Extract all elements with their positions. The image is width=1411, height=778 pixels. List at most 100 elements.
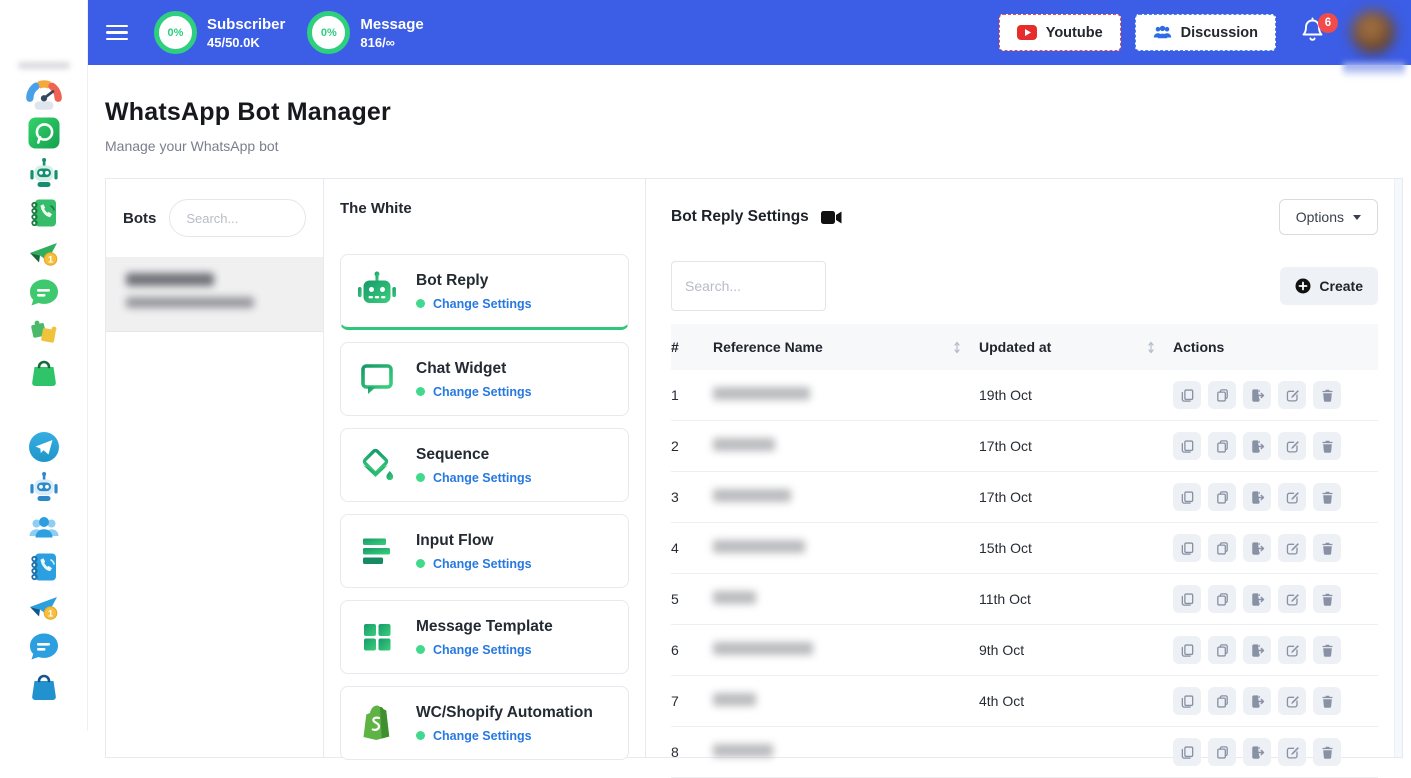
export-button[interactable] bbox=[1243, 687, 1271, 715]
copy-button[interactable] bbox=[1208, 585, 1236, 613]
sidebar-item-whatsapp-chat[interactable] bbox=[26, 277, 62, 313]
sidebar-item-whatsapp[interactable] bbox=[26, 117, 62, 153]
duplicate-button[interactable] bbox=[1173, 381, 1201, 409]
export-button[interactable] bbox=[1243, 636, 1271, 664]
delete-button[interactable] bbox=[1313, 432, 1341, 460]
table-row: 1 19th Oct bbox=[671, 370, 1378, 421]
edit-button[interactable] bbox=[1278, 687, 1306, 715]
duplicate-icon bbox=[1180, 388, 1195, 403]
card-wc-shopify[interactable]: WC/Shopify Automation Change Settings bbox=[340, 686, 629, 760]
card-input-flow[interactable]: Input Flow Change Settings bbox=[340, 514, 629, 588]
duplicate-button[interactable] bbox=[1173, 687, 1201, 715]
reply-search-input[interactable] bbox=[671, 261, 826, 311]
change-settings-link[interactable]: Change Settings bbox=[433, 643, 532, 657]
edit-button[interactable] bbox=[1278, 738, 1306, 766]
delete-button[interactable] bbox=[1313, 687, 1341, 715]
copy-button[interactable] bbox=[1208, 687, 1236, 715]
edit-button[interactable] bbox=[1278, 534, 1306, 562]
options-dropdown-button[interactable]: Options bbox=[1279, 199, 1378, 235]
export-button[interactable] bbox=[1243, 381, 1271, 409]
card-chat-widget[interactable]: Chat Widget Change Settings bbox=[340, 342, 629, 416]
discussion-button[interactable]: Discussion bbox=[1135, 14, 1276, 51]
edit-button[interactable] bbox=[1278, 432, 1306, 460]
sidebar-item-whatsapp-campaign[interactable]: 1 bbox=[26, 237, 62, 273]
duplicate-button[interactable] bbox=[1173, 483, 1201, 511]
duplicate-button[interactable] bbox=[1173, 534, 1201, 562]
notifications-button[interactable]: 6 bbox=[1300, 17, 1325, 49]
edit-button[interactable] bbox=[1278, 483, 1306, 511]
copy-icon bbox=[1215, 745, 1230, 760]
delete-button[interactable] bbox=[1313, 738, 1341, 766]
reference-name-redacted bbox=[713, 387, 810, 400]
edit-button[interactable] bbox=[1278, 381, 1306, 409]
copy-button[interactable] bbox=[1208, 738, 1236, 766]
create-button[interactable]: Create bbox=[1280, 267, 1378, 305]
chat-bubble-blue-icon bbox=[27, 630, 61, 669]
delete-button[interactable] bbox=[1313, 483, 1341, 511]
updated-at: 9th Oct bbox=[979, 642, 1173, 658]
card-sequence[interactable]: Sequence Change Settings bbox=[340, 428, 629, 502]
table-row: 4 15th Oct bbox=[671, 523, 1378, 574]
edit-icon bbox=[1285, 592, 1300, 607]
delete-button[interactable] bbox=[1313, 585, 1341, 613]
edit-button[interactable] bbox=[1278, 636, 1306, 664]
bots-search-input[interactable] bbox=[169, 199, 306, 237]
bot-manager-panel: Bots The White bbox=[105, 178, 1403, 758]
change-settings-link[interactable]: Change Settings bbox=[433, 385, 532, 399]
export-button[interactable] bbox=[1243, 738, 1271, 766]
copy-button[interactable] bbox=[1208, 483, 1236, 511]
reference-name-redacted bbox=[713, 540, 805, 553]
bot-list-item-selected[interactable] bbox=[106, 257, 323, 332]
change-settings-link[interactable]: Change Settings bbox=[433, 297, 532, 311]
selected-bot-name: The White bbox=[340, 200, 629, 217]
card-bot-reply[interactable]: Bot Reply Change Settings bbox=[340, 254, 629, 330]
sidebar-item-whatsapp-contacts[interactable] bbox=[26, 197, 62, 233]
sidebar-item-whatsapp-bot[interactable] bbox=[26, 157, 62, 193]
user-avatar[interactable] bbox=[1351, 10, 1397, 56]
copy-icon bbox=[1215, 643, 1230, 658]
sidebar-item-whatsapp-shop[interactable] bbox=[26, 357, 62, 393]
copy-button[interactable] bbox=[1208, 636, 1236, 664]
hamburger-menu-button[interactable] bbox=[106, 25, 128, 41]
sidebar-item-telegram[interactable] bbox=[26, 431, 62, 467]
sidebar-item-telegram-campaign[interactable]: 1 bbox=[26, 591, 62, 627]
sidebar-item-integration[interactable] bbox=[26, 317, 62, 353]
edit-button[interactable] bbox=[1278, 585, 1306, 613]
delete-button[interactable] bbox=[1313, 534, 1341, 562]
duplicate-button[interactable] bbox=[1173, 636, 1201, 664]
panel-scrollbar[interactable] bbox=[1394, 179, 1402, 757]
duplicate-button[interactable] bbox=[1173, 432, 1201, 460]
export-button[interactable] bbox=[1243, 432, 1271, 460]
youtube-button[interactable]: Youtube bbox=[999, 14, 1121, 51]
export-button[interactable] bbox=[1243, 534, 1271, 562]
delete-button[interactable] bbox=[1313, 636, 1341, 664]
dashboard-gauge-icon bbox=[23, 72, 65, 119]
subscriber-stat: 0% Subscriber 45/50.0K bbox=[154, 11, 285, 54]
export-button[interactable] bbox=[1243, 585, 1271, 613]
sidebar-item-telegram-group[interactable] bbox=[26, 511, 62, 547]
status-dot bbox=[416, 387, 425, 396]
sidebar-item-telegram-bot[interactable] bbox=[26, 471, 62, 507]
duplicate-icon bbox=[1180, 745, 1195, 760]
sidebar-item-telegram-shop[interactable] bbox=[26, 671, 62, 707]
copy-button[interactable] bbox=[1208, 381, 1236, 409]
export-button[interactable] bbox=[1243, 483, 1271, 511]
copy-button[interactable] bbox=[1208, 534, 1236, 562]
sort-icon[interactable] bbox=[1146, 341, 1157, 354]
sort-icon[interactable] bbox=[952, 341, 963, 354]
video-camera-icon[interactable] bbox=[821, 210, 842, 225]
duplicate-button[interactable] bbox=[1173, 738, 1201, 766]
delete-button[interactable] bbox=[1313, 381, 1341, 409]
sidebar-item-dashboard[interactable] bbox=[26, 77, 62, 113]
row-number: 8 bbox=[671, 744, 713, 760]
plus-circle-icon bbox=[1295, 278, 1311, 294]
copy-button[interactable] bbox=[1208, 432, 1236, 460]
sidebar-item-telegram-contacts[interactable] bbox=[26, 551, 62, 587]
duplicate-button[interactable] bbox=[1173, 585, 1201, 613]
page-subtitle: Manage your WhatsApp bot bbox=[105, 138, 391, 154]
change-settings-link[interactable]: Change Settings bbox=[433, 471, 532, 485]
card-message-template[interactable]: Message Template Change Settings bbox=[340, 600, 629, 674]
copy-icon bbox=[1215, 388, 1230, 403]
sidebar-item-telegram-chat[interactable] bbox=[26, 631, 62, 667]
change-settings-link[interactable]: Change Settings bbox=[433, 557, 532, 571]
